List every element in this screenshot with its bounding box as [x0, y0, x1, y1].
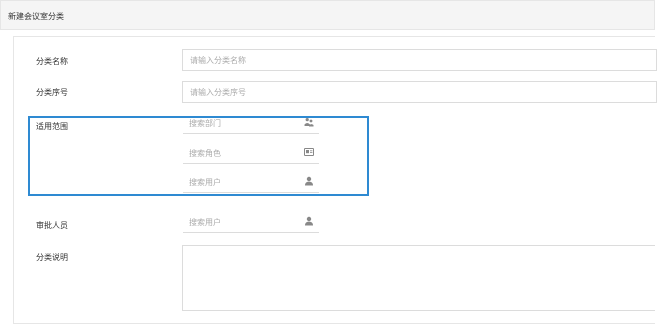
dialog-header: 新建会议室分类 [0, 0, 655, 30]
user-icon[interactable] [304, 216, 314, 226]
search-role-placeholder: 搜索角色 [189, 149, 221, 158]
description-label: 分类说明 [36, 253, 68, 262]
search-department-placeholder: 搜索部门 [189, 119, 221, 128]
category-name-input[interactable] [182, 49, 657, 71]
description-textarea[interactable] [182, 245, 655, 311]
role-card-icon[interactable] [304, 147, 314, 157]
search-approver-placeholder: 搜索用户 [189, 218, 221, 227]
category-order-label: 分类序号 [36, 88, 68, 97]
category-order-input[interactable] [182, 81, 657, 103]
search-user-field[interactable]: 搜索用户 [183, 171, 319, 193]
user-icon[interactable] [304, 176, 314, 186]
dialog-title: 新建会议室分类 [8, 12, 64, 21]
search-role-field[interactable]: 搜索角色 [183, 142, 319, 164]
search-department-field[interactable]: 搜索部门 [183, 112, 319, 134]
search-user-placeholder: 搜索用户 [189, 178, 221, 187]
category-name-label: 分类名称 [36, 57, 68, 66]
approver-label: 审批人员 [36, 221, 68, 230]
search-approver-field[interactable]: 搜索用户 [183, 211, 319, 233]
department-icon[interactable] [304, 117, 314, 127]
scope-label: 适用范围 [36, 122, 68, 131]
